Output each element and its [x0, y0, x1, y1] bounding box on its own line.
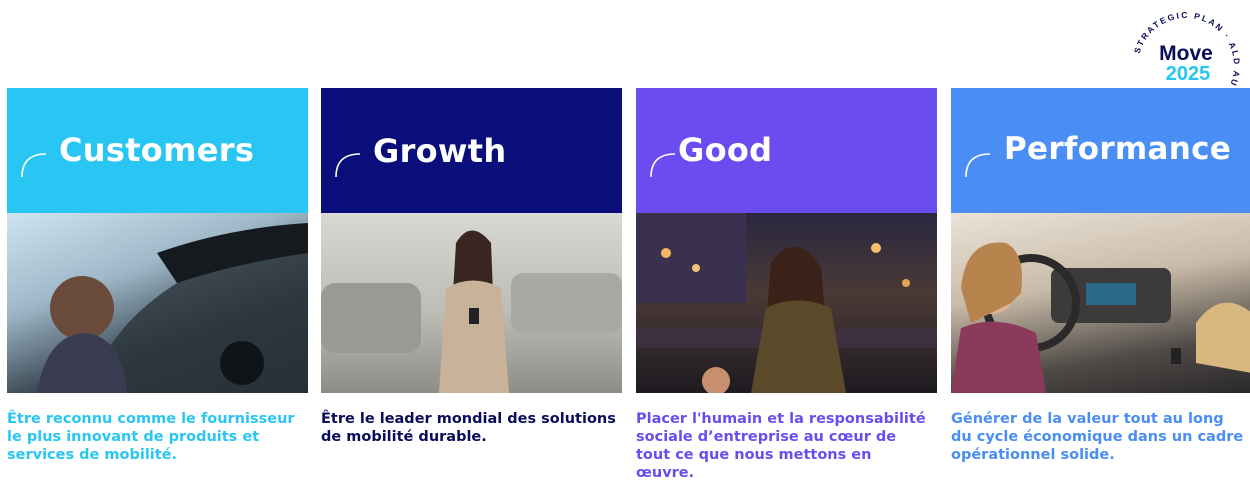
- photo-woman-convertible-car: [7, 213, 308, 393]
- arc-icon: [335, 153, 361, 178]
- card-header: Growth: [321, 88, 622, 213]
- card-title: Growth: [373, 132, 507, 170]
- card-title: Good: [678, 131, 773, 169]
- card-title: Customers: [59, 131, 255, 169]
- card-caption: Placer l'humain et la responsabilité soc…: [636, 411, 926, 481]
- badge-year: 2025: [1166, 63, 1211, 85]
- arc-icon: [965, 153, 991, 178]
- photo-family-driving-car: [951, 213, 1250, 393]
- arc-icon: [21, 153, 47, 178]
- card-good: Good Placer l'humain et la responsabilit…: [636, 88, 937, 482]
- card-growth: Growth Être le leader mondial des soluti…: [321, 88, 622, 446]
- card-title: Performance: [1004, 131, 1232, 167]
- card-customers: Customers Être reconnu comme le fourniss…: [7, 88, 308, 464]
- card-performance: Performance Générer de la valeur tout au…: [951, 88, 1250, 464]
- photo-woman-night-city: [636, 213, 937, 393]
- badge-word: Move: [1159, 42, 1213, 65]
- arc-icon: [650, 153, 676, 178]
- card-header: Performance: [951, 88, 1250, 213]
- card-header: Good: [636, 88, 937, 213]
- card-caption: Générer de la valeur tout au long du cyc…: [951, 411, 1244, 463]
- card-caption: Être le leader mondial des solutions de …: [321, 411, 616, 445]
- card-caption: Être reconnu comme le fournisseur le plu…: [7, 411, 295, 463]
- photo-woman-phone-parking: [321, 213, 622, 393]
- card-header: Customers: [7, 88, 308, 213]
